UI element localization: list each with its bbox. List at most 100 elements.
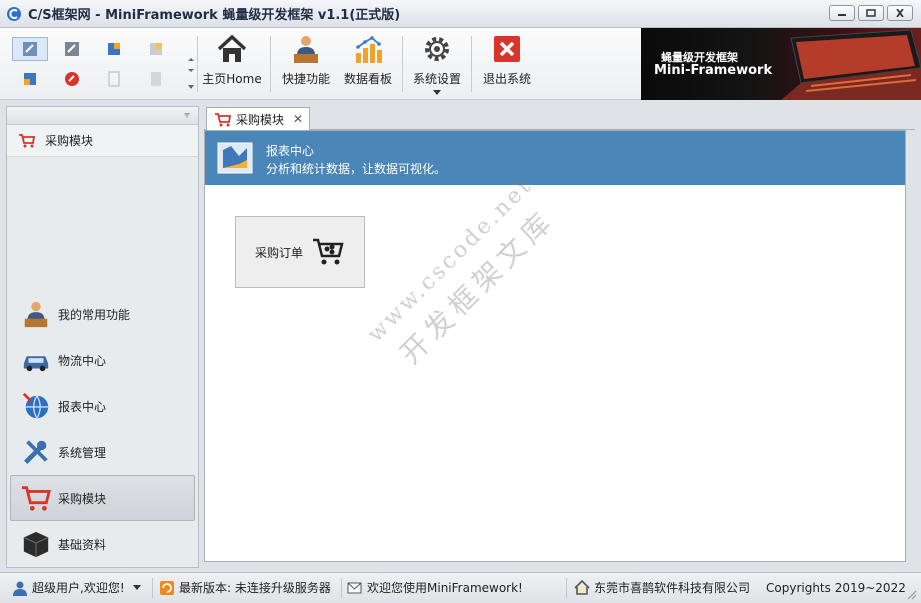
mail-icon <box>347 582 362 593</box>
update-icon <box>160 580 174 595</box>
quick-launch-gallery <box>10 35 186 95</box>
status-user[interactable]: 超级用户,欢迎您! <box>12 573 141 602</box>
maximize-icon <box>866 9 876 17</box>
watermark-text: 开发框架文库 <box>393 203 562 371</box>
quick-edit-icon-1[interactable] <box>12 37 48 61</box>
gallery-arrows-icon <box>188 58 194 89</box>
cart-icon <box>313 238 344 265</box>
toolbar-separator <box>197 36 198 92</box>
minimize-icon <box>838 14 846 16</box>
sidebar-current-module-label: 采购模块 <box>45 134 94 148</box>
shortcuts-button[interactable]: 快捷功能 <box>278 28 334 100</box>
sidebar: ⫧ 采购模块 我的常用功能 物流中心 报表中心 系统管理 采购模块 基础资料 <box>6 106 199 568</box>
purchase-order-card[interactable]: 采购订单 <box>235 216 365 288</box>
sidebar-item-purchasing[interactable]: 采购模块 <box>10 475 195 521</box>
sidebar-item-label: 我的常用功能 <box>58 307 131 322</box>
sidebar-header: ⫧ <box>7 107 198 125</box>
sidebar-item-basic-data[interactable]: 基础资料 <box>7 521 198 567</box>
quick-doc-icon-2[interactable] <box>138 67 174 91</box>
status-copyright: Copyrights 2019~2022 <box>762 573 906 602</box>
sidebar-item-system[interactable]: 系统管理 <box>7 429 198 475</box>
settings-button-label: 系统设置 <box>412 72 461 86</box>
watermark: www.cscode.net 开发框架文库 <box>363 173 569 379</box>
pin-icon[interactable]: ⫧ <box>184 110 190 121</box>
banner-subtitle: Mini-Framework <box>654 63 773 78</box>
exit-button-label: 退出系统 <box>482 72 531 86</box>
product-banner: 蝇量级开发框架 Mini-Framework <box>641 28 921 100</box>
toolbar-separator <box>270 36 271 92</box>
watermark-url: www.cscode.net <box>363 172 538 348</box>
user-icon <box>13 581 27 596</box>
report-chart-icon <box>217 142 253 174</box>
shortcuts-button-label: 快捷功能 <box>281 72 330 86</box>
dashboard-button-label: 数据看板 <box>343 72 392 86</box>
person-desk-icon <box>24 301 48 328</box>
resize-grip-icon[interactable] <box>907 590 917 600</box>
quick-red-icon[interactable] <box>54 67 90 91</box>
sidebar-item-reports[interactable]: 报表中心 <box>7 383 198 429</box>
sidebar-item-label: 系统管理 <box>58 445 107 460</box>
status-welcome: 欢迎您使用MiniFramework! <box>347 573 523 602</box>
report-center-header: 报表中心 分析和统计数据，让数据可视化。 <box>205 131 905 185</box>
cart-icon <box>19 133 35 147</box>
exit-icon <box>494 36 520 62</box>
sidebar-item-label: 物流中心 <box>58 353 107 368</box>
status-separator <box>341 578 342 598</box>
gallery-scroll[interactable] <box>186 35 196 95</box>
sidebar-item-label: 基础资料 <box>58 537 107 552</box>
sidebar-item-label: 报表中心 <box>58 399 107 414</box>
status-separator <box>566 578 567 598</box>
tab-purchasing[interactable]: 采购模块 ✕ <box>206 107 310 131</box>
chevron-down-icon <box>132 585 141 590</box>
gear-icon <box>425 37 449 61</box>
cart-icon <box>215 112 231 126</box>
quick-module-icon-1[interactable] <box>96 37 132 61</box>
header-subtitle: 分析和统计数据，让数据可视化。 <box>266 162 447 176</box>
quick-doc-icon-1[interactable] <box>96 67 132 91</box>
globe-icon <box>22 392 49 420</box>
main-content: 报表中心 分析和统计数据，让数据可视化。 采购订单 www.cscode.net… <box>204 130 906 562</box>
quick-module-icon-3[interactable] <box>12 67 48 91</box>
toolbar: 主页Home 快捷功能 数据看板 系统设置 退出系统 蝇量级开发框架 Mini-… <box>0 28 921 100</box>
toolbar-separator <box>471 36 472 92</box>
status-copyright-label: Copyrights 2019~2022 <box>766 580 906 595</box>
status-welcome-label: 欢迎您使用MiniFramework! <box>367 581 523 595</box>
chevron-down-icon <box>433 90 441 95</box>
minimize-button[interactable] <box>829 5 855 21</box>
exit-button[interactable]: 退出系统 <box>478 28 536 100</box>
header-title: 报表中心 <box>266 144 315 158</box>
home-button[interactable]: 主页Home <box>202 28 262 100</box>
status-company: 东莞市喜鹊软件科技有限公司 <box>574 573 750 602</box>
status-separator <box>152 578 153 598</box>
home-icon <box>217 34 247 62</box>
tab-strip: 采购模块 ✕ <box>204 106 915 131</box>
home-icon <box>574 580 590 595</box>
close-window-button[interactable] <box>887 5 913 21</box>
person-desk-icon <box>294 36 318 63</box>
tab-close-icon[interactable]: ✕ <box>293 112 303 126</box>
bar-chart-icon <box>356 36 382 63</box>
cube-icon <box>23 531 49 558</box>
cart-icon <box>21 486 51 511</box>
tools-icon <box>24 440 48 464</box>
dashboard-button[interactable]: 数据看板 <box>340 28 396 100</box>
sidebar-item-favorites[interactable]: 我的常用功能 <box>7 291 198 337</box>
status-user-label: 超级用户,欢迎您! <box>32 581 125 595</box>
settings-button[interactable]: 系统设置 <box>409 28 465 100</box>
maximize-button[interactable] <box>858 5 884 21</box>
status-bar: 超级用户,欢迎您! 最新版本: 未连接升级服务器 欢迎您使用MiniFramew… <box>0 572 921 603</box>
car-icon <box>23 356 49 372</box>
sidebar-item-logistics[interactable]: 物流中心 <box>7 337 198 383</box>
toolbar-separator <box>402 36 403 92</box>
sidebar-item-label: 采购模块 <box>58 491 107 506</box>
title-bar: C/S框架网 - MiniFramework 蝇量级开发框架 v1.1(正式版) <box>0 0 921 28</box>
tab-label: 采购模块 <box>236 113 285 127</box>
purchase-order-label: 采购订单 <box>254 245 303 260</box>
sidebar-nav: 我的常用功能 物流中心 报表中心 系统管理 采购模块 基础资料 <box>7 291 198 567</box>
quick-module-icon-2[interactable] <box>138 37 174 61</box>
status-version[interactable]: 最新版本: 未连接升级服务器 <box>159 573 331 602</box>
home-button-label: 主页Home <box>202 72 262 86</box>
sidebar-current-module[interactable]: 采购模块 <box>7 125 198 157</box>
window-title: C/S框架网 - MiniFramework 蝇量级开发框架 v1.1(正式版) <box>28 8 401 23</box>
quick-edit-icon-2[interactable] <box>54 37 90 61</box>
